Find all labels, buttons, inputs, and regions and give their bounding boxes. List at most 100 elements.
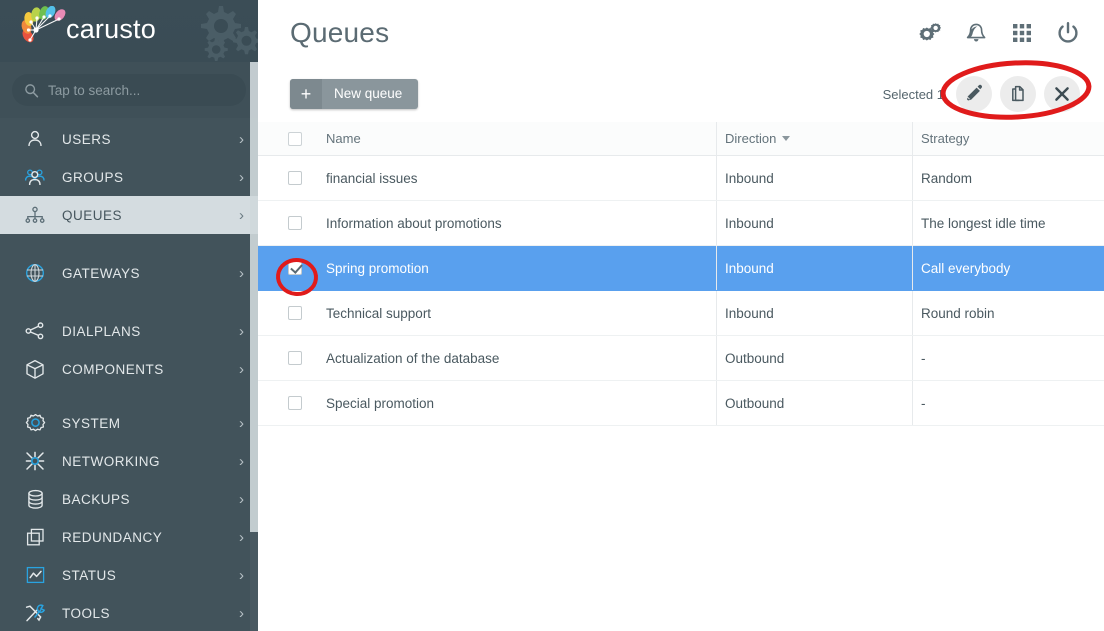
settings-gears-icon[interactable] [918,21,942,45]
chevron-right-icon: › [239,360,244,378]
page-header: Queues [258,0,1104,66]
sidebar-item-backups[interactable]: BACKUPS › [0,480,258,518]
table-row[interactable]: Information about promotions Inbound The… [258,201,1104,246]
search-box[interactable] [12,74,246,106]
sidebar-scrollbar-track[interactable] [250,62,258,631]
row-select-cell[interactable] [258,171,326,185]
sidebar-item-groups[interactable]: GROUPS › [0,158,258,196]
sidebar-item-label: TOOLS [62,605,111,621]
table-row[interactable]: Special promotion Outbound - [258,381,1104,426]
sidebar-item-tools[interactable]: TOOLS › [0,594,258,631]
table-row[interactable]: financial issues Inbound Random [258,156,1104,201]
tools-icon [24,602,46,624]
cell-direction: Inbound [716,201,912,245]
queues-table: Name Direction Strategy financial issues… [258,122,1104,426]
sidebar-scrollbar-thumb[interactable] [250,62,258,532]
chevron-right-icon: › [239,528,244,546]
table-row[interactable]: Technical support Inbound Round robin [258,291,1104,336]
application-window: carusto USERS › [0,0,1104,631]
brand-logo[interactable]: carusto [16,6,156,52]
row-checkbox[interactable] [288,171,302,185]
column-label: Direction [725,131,777,146]
row-action-buttons [956,76,1080,112]
copy-button[interactable] [1000,76,1036,112]
sidebar-item-label: STATUS [62,567,117,583]
delete-button[interactable] [1044,76,1080,112]
edit-button[interactable] [956,76,992,112]
row-checkbox[interactable] [288,306,302,320]
cell-name: Technical support [326,305,432,321]
brand-header: carusto [0,0,258,62]
pencil-icon [967,84,982,101]
cell-direction: Inbound [716,156,912,200]
new-queue-button[interactable]: + New queue [290,79,419,109]
chevron-right-icon: › [239,168,244,186]
chevron-right-icon: › [239,566,244,584]
chevron-right-icon: › [239,264,244,282]
sidebar-nav: USERS › GROUPS › QUEUES › GATEWAYS › DIA… [0,118,258,631]
row-checkbox[interactable] [288,261,302,275]
chevron-right-icon: › [239,604,244,622]
chart-line-icon [24,564,46,586]
row-checkbox[interactable] [288,396,302,410]
search-icon [25,83,39,97]
sidebar-item-system[interactable]: SYSTEM › [0,404,258,442]
sidebar-item-components[interactable]: COMPONENTS › [0,350,258,388]
carusto-fan-logo [21,6,66,43]
sidebar: carusto USERS › [0,0,258,631]
main-content: Queues + New queue Selected 1 Name Direc… [258,0,1104,631]
cube-icon [24,358,46,380]
cell-strategy: Round robin [912,291,1104,335]
sidebar-item-dialplans[interactable]: DIALPLANS › [0,312,258,350]
row-select-cell[interactable] [258,351,326,365]
row-select-cell[interactable] [258,306,326,320]
column-label: Name [326,131,361,146]
cell-strategy: Call everybody [912,246,1104,290]
row-select-cell[interactable] [258,216,326,230]
cell-strategy: The longest idle time [912,201,1104,245]
cell-strategy: - [912,336,1104,380]
chevron-right-icon: › [239,206,244,224]
cell-name: financial issues [326,170,418,186]
sidebar-item-redundancy[interactable]: REDUNDANCY › [0,518,258,556]
power-icon[interactable] [1056,21,1080,45]
sidebar-item-label: QUEUES [62,207,123,223]
sidebar-item-queues[interactable]: QUEUES › [0,196,258,234]
table-row-selected[interactable]: Spring promotion Inbound Call everybody [258,246,1104,291]
column-header-name[interactable]: Name [326,131,716,146]
selection-actions: Selected 1 [883,76,1080,112]
sidebar-item-gateways[interactable]: GATEWAYS › [0,254,258,292]
sidebar-item-status[interactable]: STATUS › [0,556,258,594]
chevron-right-icon: › [239,130,244,148]
search-input[interactable] [48,82,234,98]
bell-icon[interactable] [964,21,988,45]
cell-direction: Outbound [716,381,912,425]
copy-squares-icon [24,526,46,548]
database-icon [24,488,46,510]
chevron-right-icon: › [239,490,244,508]
select-all-cell[interactable] [258,131,326,146]
apps-grid-icon[interactable] [1010,21,1034,45]
row-checkbox[interactable] [288,351,302,365]
table-row[interactable]: Actualization of the database Outbound - [258,336,1104,381]
sidebar-item-label: COMPONENTS [62,361,164,377]
column-header-strategy[interactable]: Strategy [912,122,1104,155]
sidebar-item-label: NETWORKING [62,453,160,469]
row-checkbox[interactable] [288,216,302,230]
page-title: Queues [290,17,390,48]
header-actions [918,21,1080,45]
sidebar-item-label: DIALPLANS [62,323,141,339]
share-nodes-icon [24,320,46,342]
select-all-checkbox[interactable] [288,131,302,146]
row-select-cell[interactable] [258,261,326,275]
plus-icon: + [290,79,322,109]
sidebar-item-users[interactable]: USERS › [0,120,258,158]
row-select-cell[interactable] [258,396,326,410]
column-header-direction[interactable]: Direction [716,122,912,155]
chevron-right-icon: › [239,322,244,340]
queue-tree-icon [24,204,46,226]
brand-name: carusto [66,14,156,44]
sidebar-item-networking[interactable]: NETWORKING › [0,442,258,480]
